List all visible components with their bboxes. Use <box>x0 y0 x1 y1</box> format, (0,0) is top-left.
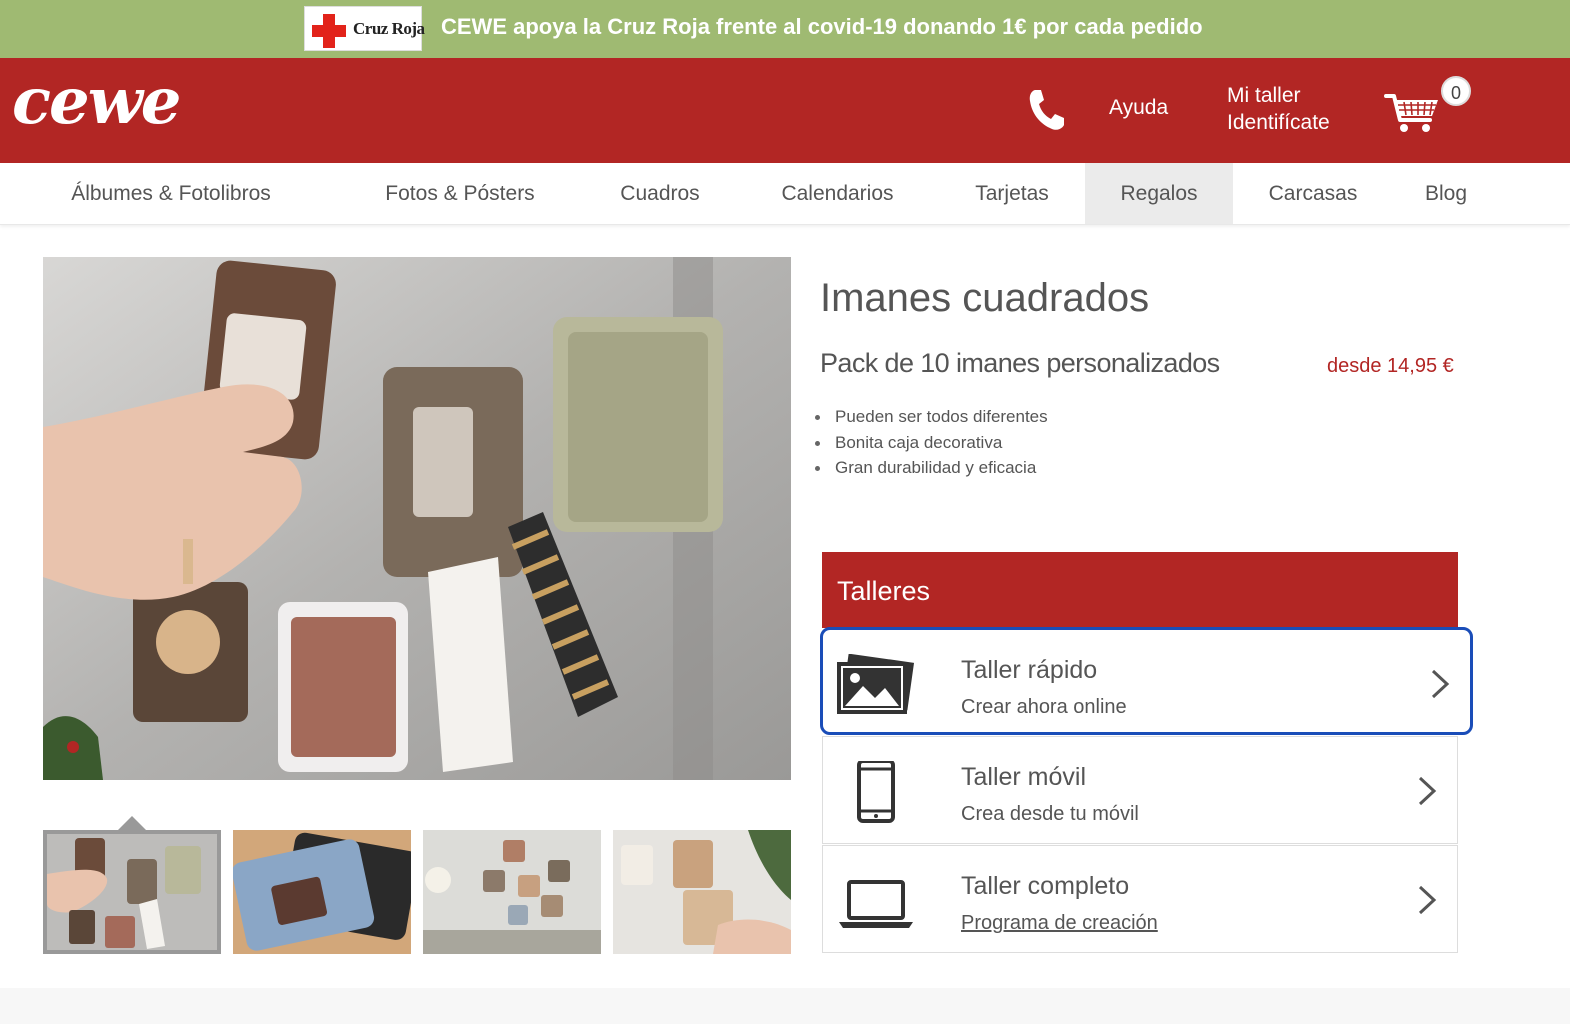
cart-icon[interactable] <box>1384 90 1440 134</box>
thumbnail-1[interactable] <box>43 830 221 954</box>
thumbnail-indicator <box>117 816 147 831</box>
programa-creacion-link[interactable]: Programa de creación <box>961 912 1158 935</box>
product-title: Imanes cuadrados <box>820 276 1150 320</box>
main-nav: Álbumes & Fotolibros Fotos & Pósters Cua… <box>0 163 1570 225</box>
account-link[interactable]: Mi taller Identifícate <box>1227 82 1330 136</box>
product-main-image[interactable] <box>43 257 791 780</box>
feature-item: Pueden ser todos diferentes <box>812 404 1048 430</box>
taller-movil-title: Taller móvil <box>961 763 1087 791</box>
red-cross-logo: Cruz Roja <box>304 6 425 51</box>
smartphone-icon <box>857 761 895 823</box>
taller-movil-subtitle: Crea desde tu móvil <box>961 803 1139 825</box>
product-price: desde 14,95 € <box>1327 355 1454 377</box>
nav-item-regalos[interactable]: Regalos <box>1085 163 1233 224</box>
nav-item-calendarios[interactable]: Calendarios <box>770 163 905 224</box>
feature-item: Bonita caja decorativa <box>812 430 1048 456</box>
feature-list: Pueden ser todos diferentes Bonita caja … <box>812 404 1048 481</box>
account-line-1: Mi taller <box>1227 84 1301 107</box>
nav-item-fotos[interactable]: Fotos & Pósters <box>375 163 545 224</box>
taller-completo-title: Taller completo <box>961 872 1130 900</box>
thumbnail-1-image <box>47 834 217 950</box>
thumbnail-3-image <box>423 830 601 954</box>
nav-item-albumes[interactable]: Álbumes & Fotolibros <box>60 163 282 224</box>
taller-rapido-title: Taller rápido <box>961 656 1098 684</box>
nav-item-blog[interactable]: Blog <box>1410 163 1482 224</box>
thumbnail-2[interactable] <box>233 830 411 954</box>
photos-icon <box>837 654 915 714</box>
site-header: cewe Ayuda Mi taller Identifícate 0 <box>0 58 1570 163</box>
promo-banner[interactable]: Cruz Roja CEWE apoya la Cruz Roja frente… <box>0 0 1570 58</box>
account-line-2: Identifícate <box>1227 111 1330 134</box>
cart-count-badge: 0 <box>1441 76 1471 106</box>
thumbnail-2-image <box>233 830 411 954</box>
talleres-heading: Talleres <box>837 576 931 606</box>
help-link[interactable]: Ayuda <box>1109 96 1168 120</box>
chevron-right-icon <box>1431 669 1450 699</box>
nav-item-cuadros[interactable]: Cuadros <box>605 163 715 224</box>
chevron-right-icon <box>1418 885 1437 915</box>
promo-text: CEWE apoya la Cruz Roja frente al covid-… <box>441 14 1203 39</box>
product-subtitle: Pack de 10 imanes personalizados <box>820 348 1220 378</box>
thumbnail-4[interactable] <box>613 830 791 954</box>
laptop-icon <box>839 880 913 928</box>
feature-item: Gran durabilidad y eficacia <box>812 455 1048 481</box>
taller-rapido-option[interactable]: Taller rápido Crear ahora online <box>820 627 1473 735</box>
talleres-header: Talleres <box>822 552 1458 628</box>
taller-movil-option[interactable]: Taller móvil Crea desde tu móvil <box>822 736 1458 844</box>
thumbnail-4-image <box>613 830 791 954</box>
magnets-photo <box>43 257 791 780</box>
footer-strip <box>0 988 1570 1024</box>
red-cross-logo-text: Cruz Roja <box>353 19 425 38</box>
red-cross-icon <box>312 14 346 48</box>
chevron-right-icon <box>1418 776 1437 806</box>
taller-completo-option[interactable]: Taller completo Programa de creación <box>822 845 1458 953</box>
taller-rapido-subtitle: Crear ahora online <box>961 696 1127 718</box>
nav-item-carcasas[interactable]: Carcasas <box>1258 163 1368 224</box>
nav-item-tarjetas[interactable]: Tarjetas <box>960 163 1064 224</box>
cewe-logo[interactable]: cewe <box>12 70 181 134</box>
phone-icon[interactable] <box>1026 88 1066 132</box>
thumbnail-3[interactable] <box>423 830 601 954</box>
